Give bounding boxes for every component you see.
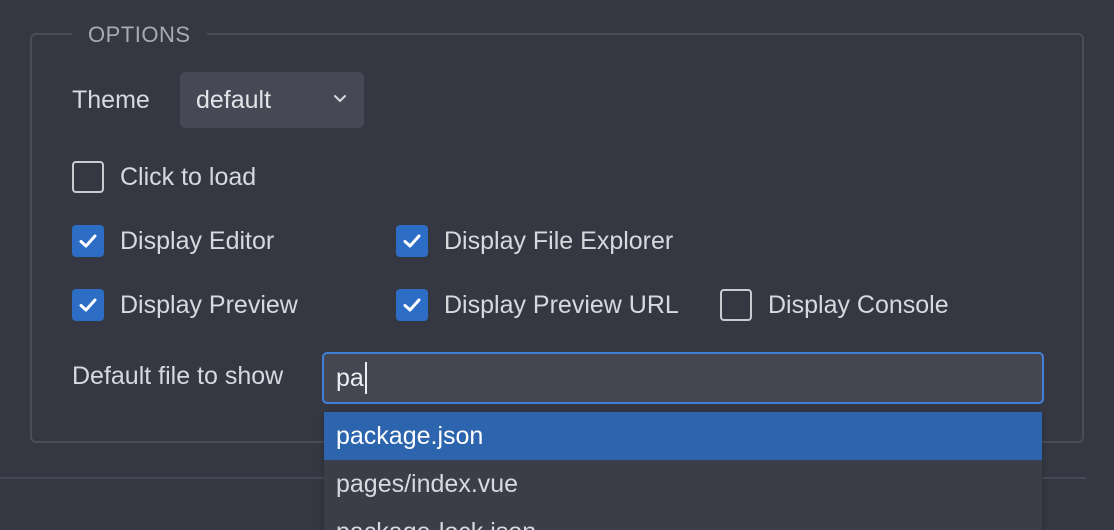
default-file-input[interactable]	[322, 352, 1044, 404]
checkbox-box[interactable]	[396, 289, 428, 321]
text-caret	[365, 362, 367, 394]
checkbox-box[interactable]	[72, 161, 104, 193]
checkbox-display-preview-url[interactable]: Display Preview URL	[396, 289, 679, 321]
suggestion-item[interactable]: pages/index.vue	[324, 460, 1042, 508]
check-icon	[79, 298, 97, 312]
check-icon	[403, 298, 421, 312]
theme-label: Theme	[72, 86, 150, 114]
checkbox-label: Display File Explorer	[444, 226, 674, 255]
checkbox-label: Display Editor	[120, 226, 275, 255]
options-legend: OPTIONS	[72, 22, 207, 48]
checkbox-box[interactable]	[72, 289, 104, 321]
checkbox-box[interactable]	[72, 225, 104, 257]
checkbox-display-editor[interactable]: Display Editor	[72, 225, 274, 257]
theme-select[interactable]: default	[180, 72, 364, 128]
checkbox-display-console[interactable]: Display Console	[720, 289, 949, 321]
checkbox-label: Display Preview URL	[444, 290, 679, 319]
check-icon	[403, 234, 421, 248]
default-file-label: Default file to show	[72, 362, 284, 390]
autocomplete-dropdown: package.json pages/index.vue package-loc…	[324, 412, 1042, 530]
chevron-down-icon	[334, 95, 346, 102]
checkbox-click-to-load[interactable]: Click to load	[72, 161, 256, 193]
checkbox-box[interactable]	[396, 225, 428, 257]
check-icon	[79, 234, 97, 248]
checkbox-display-preview[interactable]: Display Preview	[72, 289, 298, 321]
suggestion-item[interactable]: package.json	[324, 412, 1042, 460]
checkbox-label: Display Console	[768, 290, 949, 319]
checkbox-label: Display Preview	[120, 290, 298, 319]
checkbox-display-file-explorer[interactable]: Display File Explorer	[396, 225, 673, 257]
checkbox-label: Click to load	[120, 162, 257, 191]
checkbox-box[interactable]	[720, 289, 752, 321]
theme-select-value: default	[196, 85, 272, 114]
suggestion-item[interactable]: package-lock.json	[324, 508, 1042, 530]
